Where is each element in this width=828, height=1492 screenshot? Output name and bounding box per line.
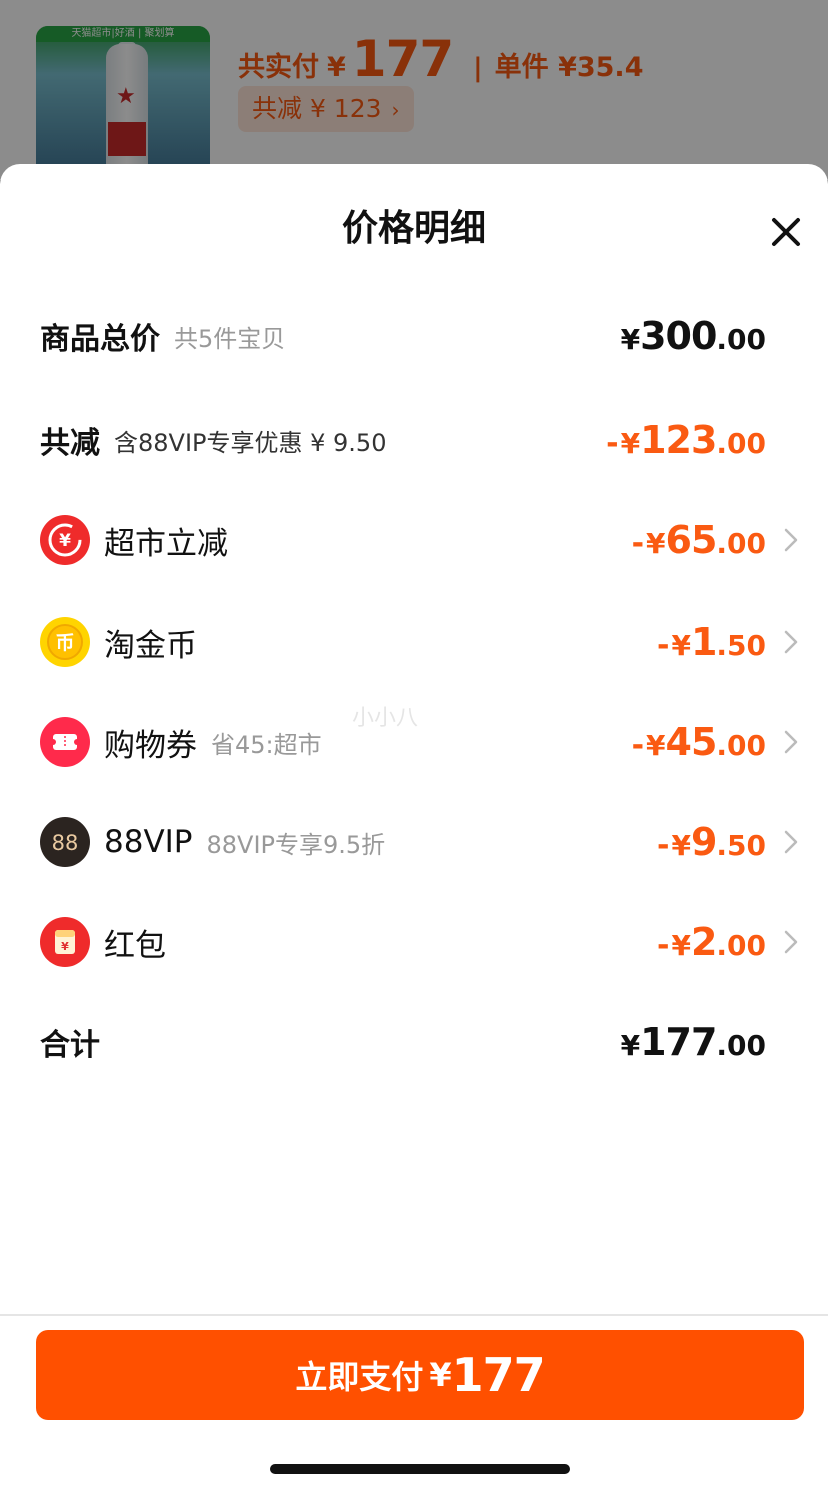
row-sub: 88VIP专享9.5折	[206, 830, 386, 859]
pay-now-button[interactable]: 立即支付 ¥ 177	[36, 1330, 804, 1420]
page: 天猫超市|好酒 | 聚划算 ★ 共实付 ¥ 177 | 单件 ¥35.4 共减 …	[0, 0, 828, 1492]
amount: - ¥65.00	[632, 518, 766, 562]
amount-minus: -	[631, 526, 645, 561]
amount-dec: .00	[716, 1029, 766, 1062]
row-red-packet[interactable]: ¥ 红包 - ¥2.00	[0, 912, 828, 972]
row-label: 共减	[40, 426, 100, 461]
close-button[interactable]	[764, 210, 808, 254]
chevron-right-icon	[782, 728, 800, 756]
amount-yen: ¥	[671, 829, 691, 862]
amount-minus: -	[657, 628, 670, 663]
row-taojinbi[interactable]: 币 淘金币 - ¥1.50	[0, 612, 828, 672]
pay-button-label: 立即支付	[295, 1358, 424, 1396]
row-label: 合计	[40, 1028, 100, 1063]
row-total-price: 商品总价 共5件宝贝 ¥300.00	[0, 306, 828, 366]
amount-dec: .00	[716, 427, 766, 460]
svg-text:88: 88	[52, 831, 79, 855]
price-detail-sheet: 价格明细 商品总价 共5件宝贝 ¥300.00 共减 含88VIP专享优惠 ¥ …	[0, 164, 828, 1492]
row-label: 商品总价	[40, 322, 160, 357]
amount-int: 177	[640, 1020, 717, 1064]
coupon-icon	[40, 717, 90, 767]
row-88vip[interactable]: 88 88VIP 88VIP专享9.5折 - ¥9.50	[0, 812, 828, 872]
amount-dec: .00	[716, 729, 766, 762]
amount-yen: ¥	[671, 929, 691, 962]
amount: - ¥2.00	[657, 920, 766, 964]
amount: ¥177.00	[621, 1020, 766, 1064]
amount-yen: ¥	[620, 323, 641, 356]
taojinbi-coin-icon: 币	[40, 617, 90, 667]
home-indicator[interactable]	[270, 1464, 570, 1474]
amount-minus: -	[606, 426, 619, 461]
sheet-title: 价格明细	[341, 208, 486, 249]
row-sub: 省45:超市	[211, 730, 322, 759]
amount-dec: .00	[716, 929, 766, 962]
pay-button-yen: ¥	[429, 1356, 452, 1394]
row-label: 超市立减	[104, 525, 228, 562]
amount-dec: .00	[716, 527, 766, 560]
chevron-right-icon	[782, 526, 800, 554]
svg-text:¥: ¥	[59, 531, 71, 551]
88vip-icon: 88	[40, 817, 90, 867]
amount-int: 45	[665, 720, 718, 764]
amount-int: 65	[665, 518, 718, 562]
amount-yen: ¥	[620, 1029, 641, 1062]
supermarket-discount-icon: ¥	[40, 515, 90, 565]
chevron-right-icon	[782, 928, 800, 956]
amount-yen: ¥	[671, 629, 691, 662]
svg-text:币: 币	[55, 632, 74, 654]
amount: - ¥45.00	[632, 720, 766, 764]
row-sub: 共5件宝贝	[174, 324, 286, 353]
amount-int: 123	[640, 418, 717, 462]
amount-int: 9	[690, 820, 717, 864]
row-label: 88VIP	[104, 824, 193, 860]
amount-minus: -	[631, 728, 645, 763]
amount-dec: .50	[716, 829, 766, 862]
amount-yen: ¥	[620, 427, 641, 460]
row-supermarket-discount[interactable]: ¥ 超市立减 - ¥65.00	[0, 510, 828, 570]
red-packet-icon: ¥	[40, 917, 90, 967]
amount-minus: -	[657, 928, 670, 963]
amount-int: 1	[690, 620, 717, 664]
amount-dec: .00	[716, 323, 766, 356]
row-sum: 合计 ¥177.00	[0, 1012, 828, 1072]
amount: - ¥9.50	[657, 820, 766, 864]
amount-yen: ¥	[646, 527, 666, 560]
amount: - ¥1.50	[657, 620, 766, 664]
amount-int: 300	[640, 314, 717, 358]
amount: - ¥123.00	[606, 418, 766, 462]
watermark: 小小八	[352, 706, 419, 731]
svg-text:¥: ¥	[61, 940, 69, 953]
divider	[0, 1314, 828, 1316]
row-label: 购物券	[104, 727, 197, 764]
amount-yen: ¥	[646, 729, 666, 762]
amount: ¥300.00	[621, 314, 766, 358]
close-icon	[772, 218, 800, 246]
row-total-reduction: 共减 含88VIP专享优惠 ¥ 9.50 - ¥123.00	[0, 410, 828, 470]
row-sub: 含88VIP专享优惠 ¥ 9.50	[114, 428, 387, 457]
amount-dec: .50	[716, 629, 766, 662]
row-label: 红包	[104, 927, 166, 964]
chevron-right-icon	[782, 628, 800, 656]
amount-minus: -	[657, 828, 670, 863]
row-label: 淘金币	[104, 627, 197, 664]
chevron-right-icon	[782, 828, 800, 856]
pay-button-amount: 177	[451, 1348, 546, 1402]
amount-int: 2	[690, 920, 717, 964]
